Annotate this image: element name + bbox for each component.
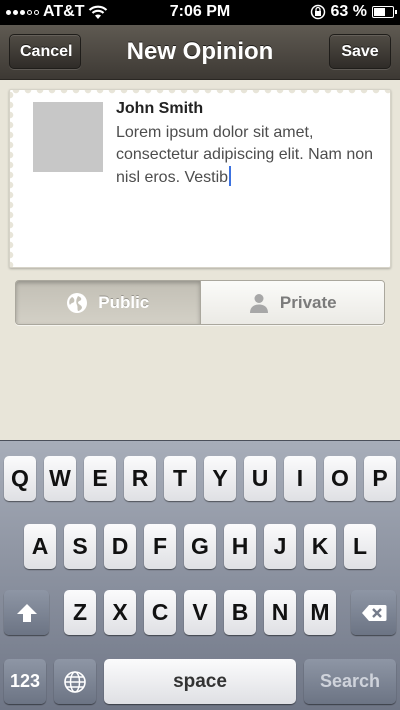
battery-icon [372,6,397,18]
save-button[interactable]: Save [329,34,391,69]
private-label: Private [279,292,337,312]
key-o[interactable]: O [324,456,356,501]
language-key[interactable] [54,659,96,704]
author-name: John Smith [116,100,204,117]
key-l[interactable]: L [344,524,376,569]
key-r[interactable]: R [124,456,156,501]
keyboard: QWERTYUIOP ASDFGHJKL ZXCVBNM 123 space S… [0,440,400,710]
opinion-text-input[interactable]: Lorem ipsum dolor sit amet, consectetur … [116,122,378,189]
person-icon [249,293,268,313]
delete-icon [361,604,386,621]
key-k[interactable]: K [304,524,336,569]
key-w[interactable]: W [44,456,76,501]
private-segment[interactable]: Private [200,281,384,324]
avatar [33,102,103,172]
key-j[interactable]: J [264,524,296,569]
key-f[interactable]: F [144,524,176,569]
shift-key[interactable] [4,590,49,635]
key-z[interactable]: Z [64,590,96,635]
key-g[interactable]: G [184,524,216,569]
key-c[interactable]: C [144,590,176,635]
key-y[interactable]: Y [204,456,236,501]
visibility-segmented-control: Public Private [15,280,385,325]
opinion-text: Lorem ipsum dolor sit amet, consectetur … [116,124,374,186]
key-t[interactable]: T [164,456,196,501]
numbers-key[interactable]: 123 [4,659,46,704]
key-u[interactable]: U [244,456,276,501]
globe-icon [67,292,88,313]
rotation-lock-icon [310,4,325,20]
key-b[interactable]: B [224,590,256,635]
key-e[interactable]: E [84,456,116,501]
battery-percent: 63 % [330,3,367,20]
key-a[interactable]: A [24,524,56,569]
key-p[interactable]: P [364,456,396,501]
key-v[interactable]: V [184,590,216,635]
space-key[interactable]: space [104,659,296,704]
public-segment[interactable]: Public [16,281,201,324]
key-i[interactable]: I [284,456,316,501]
shift-icon [16,603,37,622]
public-label: Public [98,292,150,312]
key-n[interactable]: N [264,590,296,635]
search-key[interactable]: Search [304,659,396,704]
key-q[interactable]: Q [4,456,36,501]
text-cursor [229,166,232,186]
key-s[interactable]: S [64,524,96,569]
key-d[interactable]: D [104,524,136,569]
key-h[interactable]: H [224,524,256,569]
delete-key[interactable] [351,590,396,635]
key-m[interactable]: M [304,590,336,635]
globe-icon [64,670,86,693]
navigation-bar: Cancel New Opinion Save [0,25,400,80]
status-bar: AT&T 7:06 PM 63 % [0,0,400,25]
opinion-card: John Smith Lorem ipsum dolor sit amet, c… [9,89,391,268]
key-x[interactable]: X [104,590,136,635]
